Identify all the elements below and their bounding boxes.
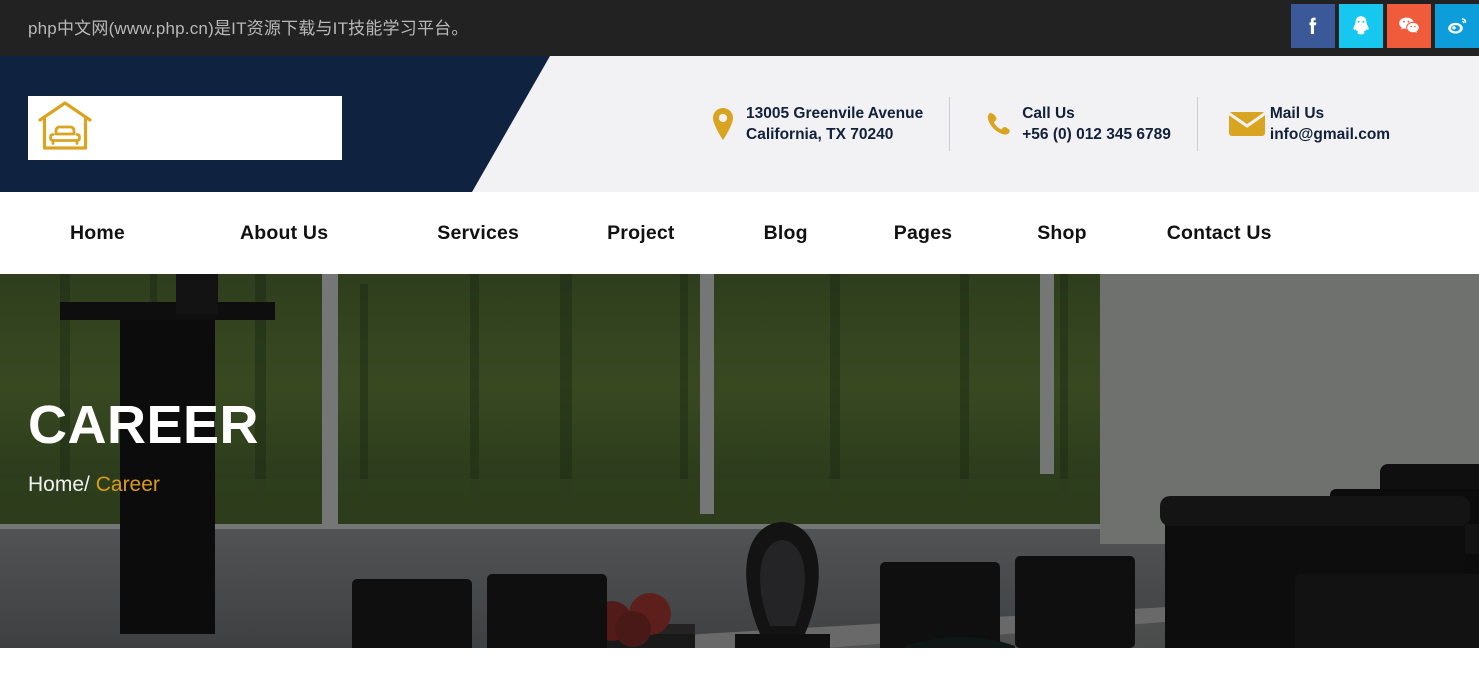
breadcrumb: Home/ Career xyxy=(28,474,259,495)
envelope-icon xyxy=(1224,110,1270,138)
nav-item-services[interactable]: Services xyxy=(437,222,519,245)
site-logo[interactable] xyxy=(28,96,342,160)
weibo-icon xyxy=(1444,13,1470,39)
wechat-icon xyxy=(1396,13,1422,39)
house-sofa-logo-icon xyxy=(34,98,96,159)
breadcrumb-home[interactable]: Home xyxy=(28,473,84,496)
contact-mail[interactable]: Mail Us info@gmail.com xyxy=(1224,103,1390,145)
social-link-wechat[interactable] xyxy=(1387,4,1431,48)
contact-address-text: 13005 Greenvile Avenue California, TX 70… xyxy=(746,103,923,145)
breadcrumb-separator: / xyxy=(84,473,90,496)
nav-item-shop[interactable]: Shop xyxy=(1037,222,1087,245)
page-banner: CAREER Home/ Career xyxy=(0,274,1479,648)
social-link-weibo[interactable] xyxy=(1435,4,1479,48)
page-root: php中文网(www.php.cn)是IT资源下载与IT技能学习平台。 1300… xyxy=(0,0,1479,673)
nav-item-home[interactable]: Home xyxy=(70,222,125,245)
phone-icon xyxy=(976,109,1022,139)
top-bar: php中文网(www.php.cn)是IT资源下载与IT技能学习平台。 xyxy=(0,0,1479,56)
nav-item-project[interactable]: Project xyxy=(607,222,675,245)
contact-phone[interactable]: Call Us +56 (0) 012 345 6789 xyxy=(976,103,1171,145)
contact-phone-number: +56 (0) 012 345 6789 xyxy=(1022,126,1171,143)
nav-items: Home About Us Services Project Blog Page… xyxy=(0,222,1272,245)
top-bar-notice: php中文网(www.php.cn)是IT资源下载与IT技能学习平台。 xyxy=(28,18,469,38)
location-pin-icon xyxy=(700,107,746,141)
qq-icon xyxy=(1348,13,1374,39)
contact-phone-label: Call Us xyxy=(1022,105,1075,122)
contact-phone-text: Call Us +56 (0) 012 345 6789 xyxy=(1022,103,1171,145)
main-navigation: Home About Us Services Project Blog Page… xyxy=(0,192,1479,274)
nav-item-pages[interactable]: Pages xyxy=(894,222,952,245)
banner-content: CAREER Home/ Career xyxy=(28,398,259,495)
nav-item-contact-us[interactable]: Contact Us xyxy=(1167,222,1272,245)
contact-address-line1: 13005 Greenvile Avenue xyxy=(746,105,924,122)
social-link-qq[interactable] xyxy=(1339,4,1383,48)
social-link-facebook[interactable] xyxy=(1291,4,1335,48)
header-contact-info: 13005 Greenvile Avenue California, TX 70… xyxy=(700,56,1390,192)
contact-mail-text: Mail Us info@gmail.com xyxy=(1270,103,1390,145)
facebook-icon xyxy=(1301,14,1325,38)
social-links xyxy=(1287,4,1479,48)
contact-divider xyxy=(1196,97,1198,151)
contact-address[interactable]: 13005 Greenvile Avenue California, TX 70… xyxy=(700,103,923,145)
contact-address-line2: California, TX 70240 xyxy=(746,126,894,143)
contact-divider xyxy=(949,97,951,151)
contact-mail-label: Mail Us xyxy=(1269,105,1325,122)
contact-mail-address: info@gmail.com xyxy=(1269,126,1391,143)
site-header: 13005 Greenvile Avenue California, TX 70… xyxy=(0,56,1479,192)
breadcrumb-current[interactable]: Career xyxy=(96,473,160,496)
nav-item-blog[interactable]: Blog xyxy=(764,222,808,245)
nav-item-about-us[interactable]: About Us xyxy=(240,222,328,245)
page-title: CAREER xyxy=(28,395,260,455)
